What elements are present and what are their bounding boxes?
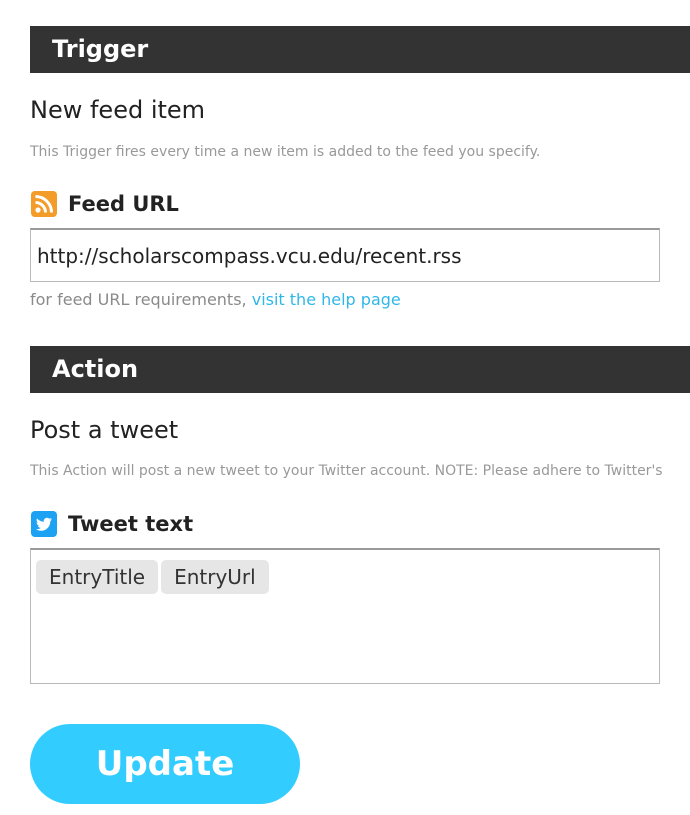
action-title: Post a tweet [30,416,179,444]
entry-title-token[interactable]: EntryTitle [36,560,159,594]
applet-edit-page: Trigger New feed item This Trigger fires… [0,0,690,815]
tweet-text-label-text: Tweet text [68,512,194,536]
action-description: This Action will post a new tweet to you… [30,463,663,479]
entry-url-token[interactable]: EntryUrl [161,560,269,594]
help-prefix-text: for feed URL requirements, [30,290,252,309]
update-button[interactable]: Update [30,724,300,804]
rss-icon [31,191,57,217]
help-page-link[interactable]: visit the help page [252,290,401,309]
feed-url-input[interactable] [30,228,660,282]
feed-url-label: Feed URL [31,191,179,217]
trigger-header: Trigger [30,26,690,73]
tweet-text-label: Tweet text [31,511,193,537]
feed-url-help: for feed URL requirements, visit the hel… [30,290,401,309]
trigger-description: This Trigger fires every time a new item… [30,144,541,160]
twitter-icon [31,511,57,537]
action-header: Action [30,346,690,393]
tweet-text-field[interactable]: EntryTitle EntryUrl [30,548,660,684]
feed-url-label-text: Feed URL [68,192,179,216]
trigger-title: New feed item [30,96,206,124]
